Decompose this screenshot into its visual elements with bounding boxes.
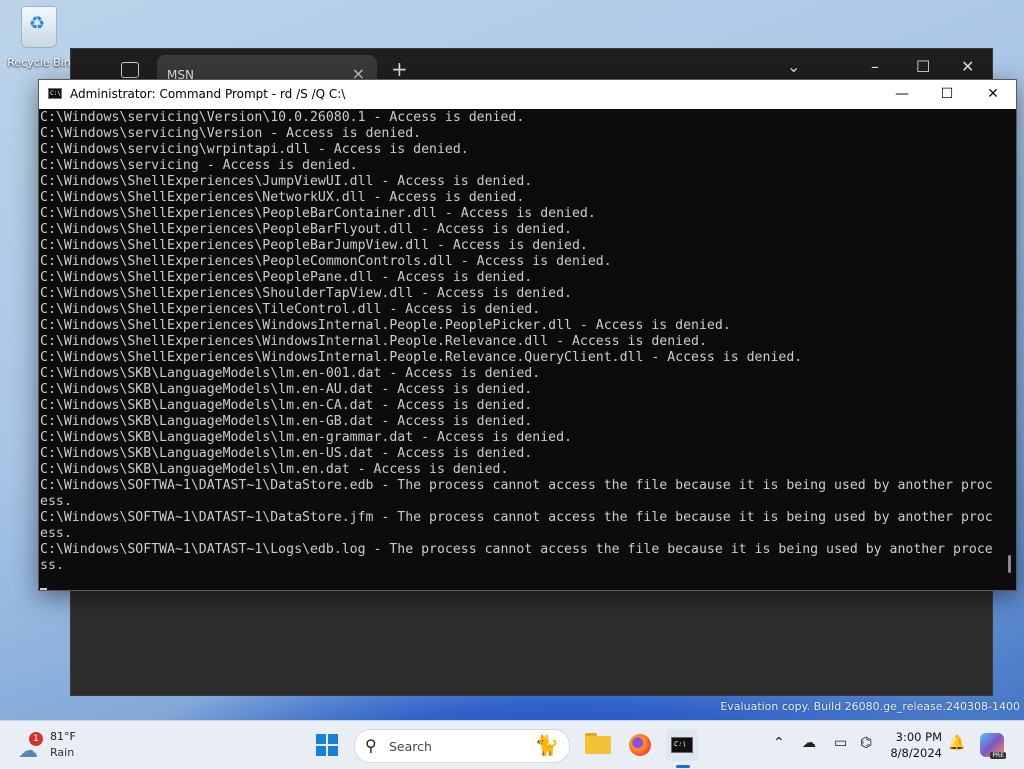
console-line: C:\Windows\servicing\wrpintapi.dll - Acc… xyxy=(40,142,469,157)
search-icon: ⚲ xyxy=(365,736,377,755)
cmd-app-icon: C:\ xyxy=(48,88,62,99)
chevron-up-icon[interactable]: ⌃ xyxy=(773,735,785,751)
console-cursor-line xyxy=(40,574,1002,590)
clock-date: 8/8/2024 xyxy=(890,746,942,760)
cloud-offline-icon[interactable]: ☁ xyxy=(802,735,816,751)
console-line: C:\Windows\SKB\LanguageModels\lm.en-GB.d… xyxy=(40,414,533,429)
console-line: C:\Windows\SKB\LanguageModels\lm.en-US.d… xyxy=(40,446,533,461)
cmd-title-bar[interactable]: C:\ Administrator: Command Prompt - rd /… xyxy=(39,80,1016,109)
evaluation-watermark: Evaluation copy. Build 26080.ge_release.… xyxy=(720,700,1020,713)
console-line: C:\Windows\ShellExperiences\PeopleBarJum… xyxy=(40,238,588,253)
desktop-icon-recycle-bin[interactable]: ♻ Recycle Bin xyxy=(6,6,72,69)
browser-close-button[interactable]: ✕ xyxy=(961,57,974,76)
scrollbar-thumb[interactable] xyxy=(1008,555,1011,573)
weather-temperature: 81°F xyxy=(50,730,76,743)
browser-minimize-button[interactable]: – xyxy=(871,57,879,76)
taskbar-search-box[interactable]: ⚲ Search 🐈 xyxy=(354,729,570,763)
vertical-scrollbar[interactable] xyxy=(1002,109,1016,590)
console-line: C:\Windows\ShellExperiences\NetworkUX.dl… xyxy=(40,190,525,205)
console-line: ess. xyxy=(40,494,72,509)
tab-actions-icon[interactable] xyxy=(121,62,139,78)
console-line: C:\Windows\ShellExperiences\WindowsInter… xyxy=(40,334,707,349)
new-tab-button[interactable]: + xyxy=(391,57,408,81)
weather-widget[interactable]: ☁ 1 81°F Rain xyxy=(16,728,106,762)
minimize-button[interactable]: — xyxy=(879,80,925,109)
file-explorer-icon[interactable] xyxy=(582,729,614,761)
console-line: C:\Windows\servicing - Access is denied. xyxy=(40,158,358,173)
console-line: ess. xyxy=(40,526,72,541)
copilot-icon[interactable]: PRE xyxy=(980,733,1006,759)
command-prompt-taskbar-icon[interactable]: C:\ xyxy=(666,729,698,761)
notification-badge: 1 xyxy=(29,732,43,746)
console-line: C:\Windows\ShellExperiences\PeoplePane.d… xyxy=(40,270,533,285)
console-line: C:\Windows\ShellExperiences\JumpViewUI.d… xyxy=(40,174,533,189)
firefox-icon[interactable] xyxy=(624,729,656,761)
copilot-badge: PRE xyxy=(990,752,1006,759)
text-cursor xyxy=(40,588,47,590)
console-line: C:\Windows\ShellExperiences\WindowsInter… xyxy=(40,318,731,333)
taskbar: ☁ 1 81°F Rain ⚲ Search 🐈 C:\ ⌃ ☁ ▭ ⌬ 3:0… xyxy=(0,720,1024,769)
tab-list-button[interactable]: ⌄ xyxy=(787,57,800,76)
close-button[interactable]: ✕ xyxy=(970,80,1016,109)
console-line: C:\Windows\ShellExperiences\WindowsInter… xyxy=(40,350,803,365)
bell-icon[interactable]: 🔔 xyxy=(948,735,965,751)
console-line: C:\Windows\SOFTWA~1\DATAST~1\Logs\edb.lo… xyxy=(40,542,993,557)
console-line: C:\Windows\SOFTWA~1\DATAST~1\DataStore.j… xyxy=(40,510,993,525)
console-line: C:\Windows\ShellExperiences\PeopleCommon… xyxy=(40,254,612,269)
browser-maximize-button[interactable]: ☐ xyxy=(916,57,930,76)
console-line: C:\Windows\ShellExperiences\ShoulderTapV… xyxy=(40,286,572,301)
window-title: Administrator: Command Prompt - rd /S /Q… xyxy=(70,87,346,101)
console-line: C:\Windows\SKB\LanguageModels\lm.en-AU.d… xyxy=(40,382,533,397)
console-line: C:\Windows\SKB\LanguageModels\lm.en-CA.d… xyxy=(40,398,533,413)
start-button[interactable] xyxy=(316,734,338,756)
weather-condition: Rain xyxy=(50,746,75,759)
console-line: C:\Windows\SOFTWA~1\DATAST~1\DataStore.e… xyxy=(40,478,993,493)
console-line: C:\Windows\servicing\Version - Access is… xyxy=(40,126,422,141)
search-placeholder: Search xyxy=(389,739,432,754)
console-line: C:\Windows\servicing\Version\10.0.26080.… xyxy=(40,110,525,125)
display-icon[interactable]: ▭ xyxy=(834,735,847,751)
console-line: C:\Windows\SKB\LanguageModels\lm.en-gram… xyxy=(40,430,572,445)
console-line: C:\Windows\ShellExperiences\PeopleBarFly… xyxy=(40,222,572,237)
console-line: C:\Windows\SKB\LanguageModels\lm.en.dat … xyxy=(40,462,509,477)
console-line: C:\Windows\ShellExperiences\TileControl.… xyxy=(40,302,541,317)
console-line: C:\Windows\SKB\LanguageModels\lm.en-001.… xyxy=(40,366,541,381)
maximize-button[interactable]: ☐ xyxy=(924,80,970,109)
console-line: C:\Windows\ShellExperiences\PeopleBarCon… xyxy=(40,206,596,221)
network-icon[interactable]: ⌬ xyxy=(860,735,872,751)
command-prompt-window[interactable]: C:\ Administrator: Command Prompt - rd /… xyxy=(38,79,1017,591)
console-output[interactable]: C:\Windows\servicing\Version\10.0.26080.… xyxy=(39,109,1002,590)
recycle-bin-icon: ♻ xyxy=(21,6,57,48)
console-line: ss. xyxy=(40,558,64,573)
search-highlight-cat-icon: 🐈 xyxy=(534,733,559,757)
desktop-icon-label: Recycle Bin xyxy=(7,56,71,69)
windows-logo-icon xyxy=(316,734,326,744)
system-clock[interactable]: 3:00 PM 8/8/2024 xyxy=(890,729,942,761)
clock-time: 3:00 PM xyxy=(895,730,942,744)
